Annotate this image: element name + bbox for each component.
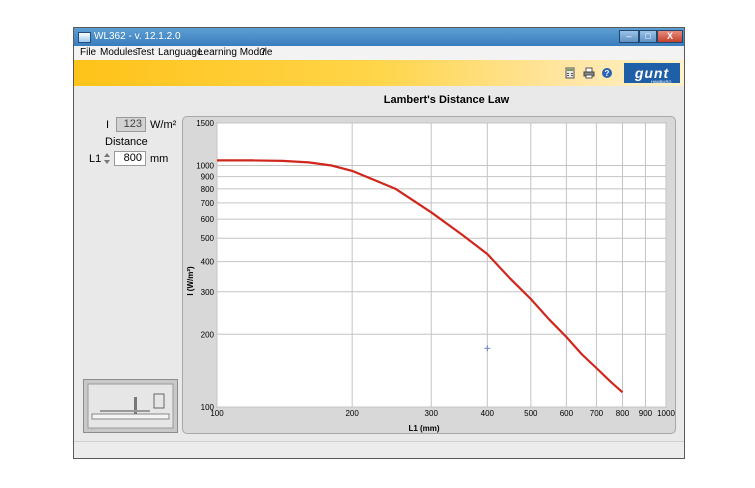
intensity-label: I	[106, 119, 110, 131]
status-bar	[74, 441, 684, 458]
distance-label: L1	[89, 153, 102, 165]
app-icon	[78, 32, 91, 43]
distance-unit: mm	[150, 153, 169, 165]
y-tick-label: 800	[201, 185, 215, 194]
chart-panel: 100 200 300 400 500 600 700 800 900 1000 100 200 300…	[182, 116, 676, 434]
y-tick-label: 300	[201, 288, 215, 297]
y-tick-label: 200	[201, 330, 215, 339]
y-tick-label: 500	[201, 234, 215, 243]
menu-language[interactable]: Language	[158, 47, 203, 58]
printer-icon[interactable]	[583, 67, 595, 79]
intensity-unit: W/m²	[150, 119, 177, 131]
y-tick-label: 1000	[196, 162, 214, 171]
y-tick-label: 1500	[196, 119, 214, 128]
x-tick-label: 800	[616, 409, 630, 418]
y-tick-label: 600	[201, 215, 215, 224]
menu-test[interactable]: Test	[136, 47, 154, 58]
x-tick-label: 200	[345, 409, 359, 418]
x-tick-label: 300	[425, 409, 439, 418]
y-tick-label: 900	[201, 173, 215, 182]
y-tick-label: 100	[201, 403, 215, 412]
x-tick-label: 400	[481, 409, 495, 418]
distance-stepper[interactable]	[103, 151, 111, 166]
x-tick-label: 600	[560, 409, 574, 418]
maximize-button[interactable]: □	[639, 30, 657, 43]
x-tick-label: 700	[590, 409, 604, 418]
menu-file[interactable]: File	[80, 47, 96, 58]
help-icon[interactable]: ?	[601, 67, 613, 79]
x-tick-label: 500	[524, 409, 538, 418]
calculator-icon[interactable]	[564, 67, 576, 79]
grid-layer	[216, 122, 667, 408]
chart-title: Lambert's Distance Law	[383, 94, 510, 106]
chart: 100 200 300 400 500 600 700 800 900 1000100200300…	[186, 119, 675, 433]
x-tick-label: 900	[639, 409, 653, 418]
apparatus-image	[87, 383, 174, 429]
intensity-readout: 123	[116, 117, 146, 132]
menu-bar: File Modules Test Language Learning Modu…	[74, 46, 684, 61]
y-tick-label: 700	[201, 199, 215, 208]
title-bar: WL362 - v. 12.1.2.0 – □ X	[74, 28, 684, 46]
y-tick-label: 400	[201, 258, 215, 267]
x-axis-label: L1 (mm)	[408, 424, 439, 433]
minimize-button[interactable]: –	[619, 30, 639, 43]
app-window: WL362 - v. 12.1.2.0 – □ X File Modules T…	[73, 27, 685, 459]
apparatus-thumbnail[interactable]	[83, 379, 178, 433]
gunt-logo-tag: HAMBURG	[651, 79, 672, 84]
menu-modules[interactable]: Modules	[100, 47, 138, 58]
x-tick-label: 1000	[657, 409, 675, 418]
y-axis-label: I (W/m²)	[186, 266, 195, 296]
svg-text:?: ?	[605, 69, 610, 78]
distance-heading: Distance	[105, 136, 148, 148]
distance-input[interactable]: 800	[114, 151, 146, 166]
menu-help[interactable]: ?	[260, 47, 266, 58]
window-title: WL362 - v. 12.1.2.0	[94, 31, 181, 42]
toolbar: ? gunt HAMBURG	[74, 60, 684, 86]
close-button[interactable]: X	[657, 30, 683, 43]
